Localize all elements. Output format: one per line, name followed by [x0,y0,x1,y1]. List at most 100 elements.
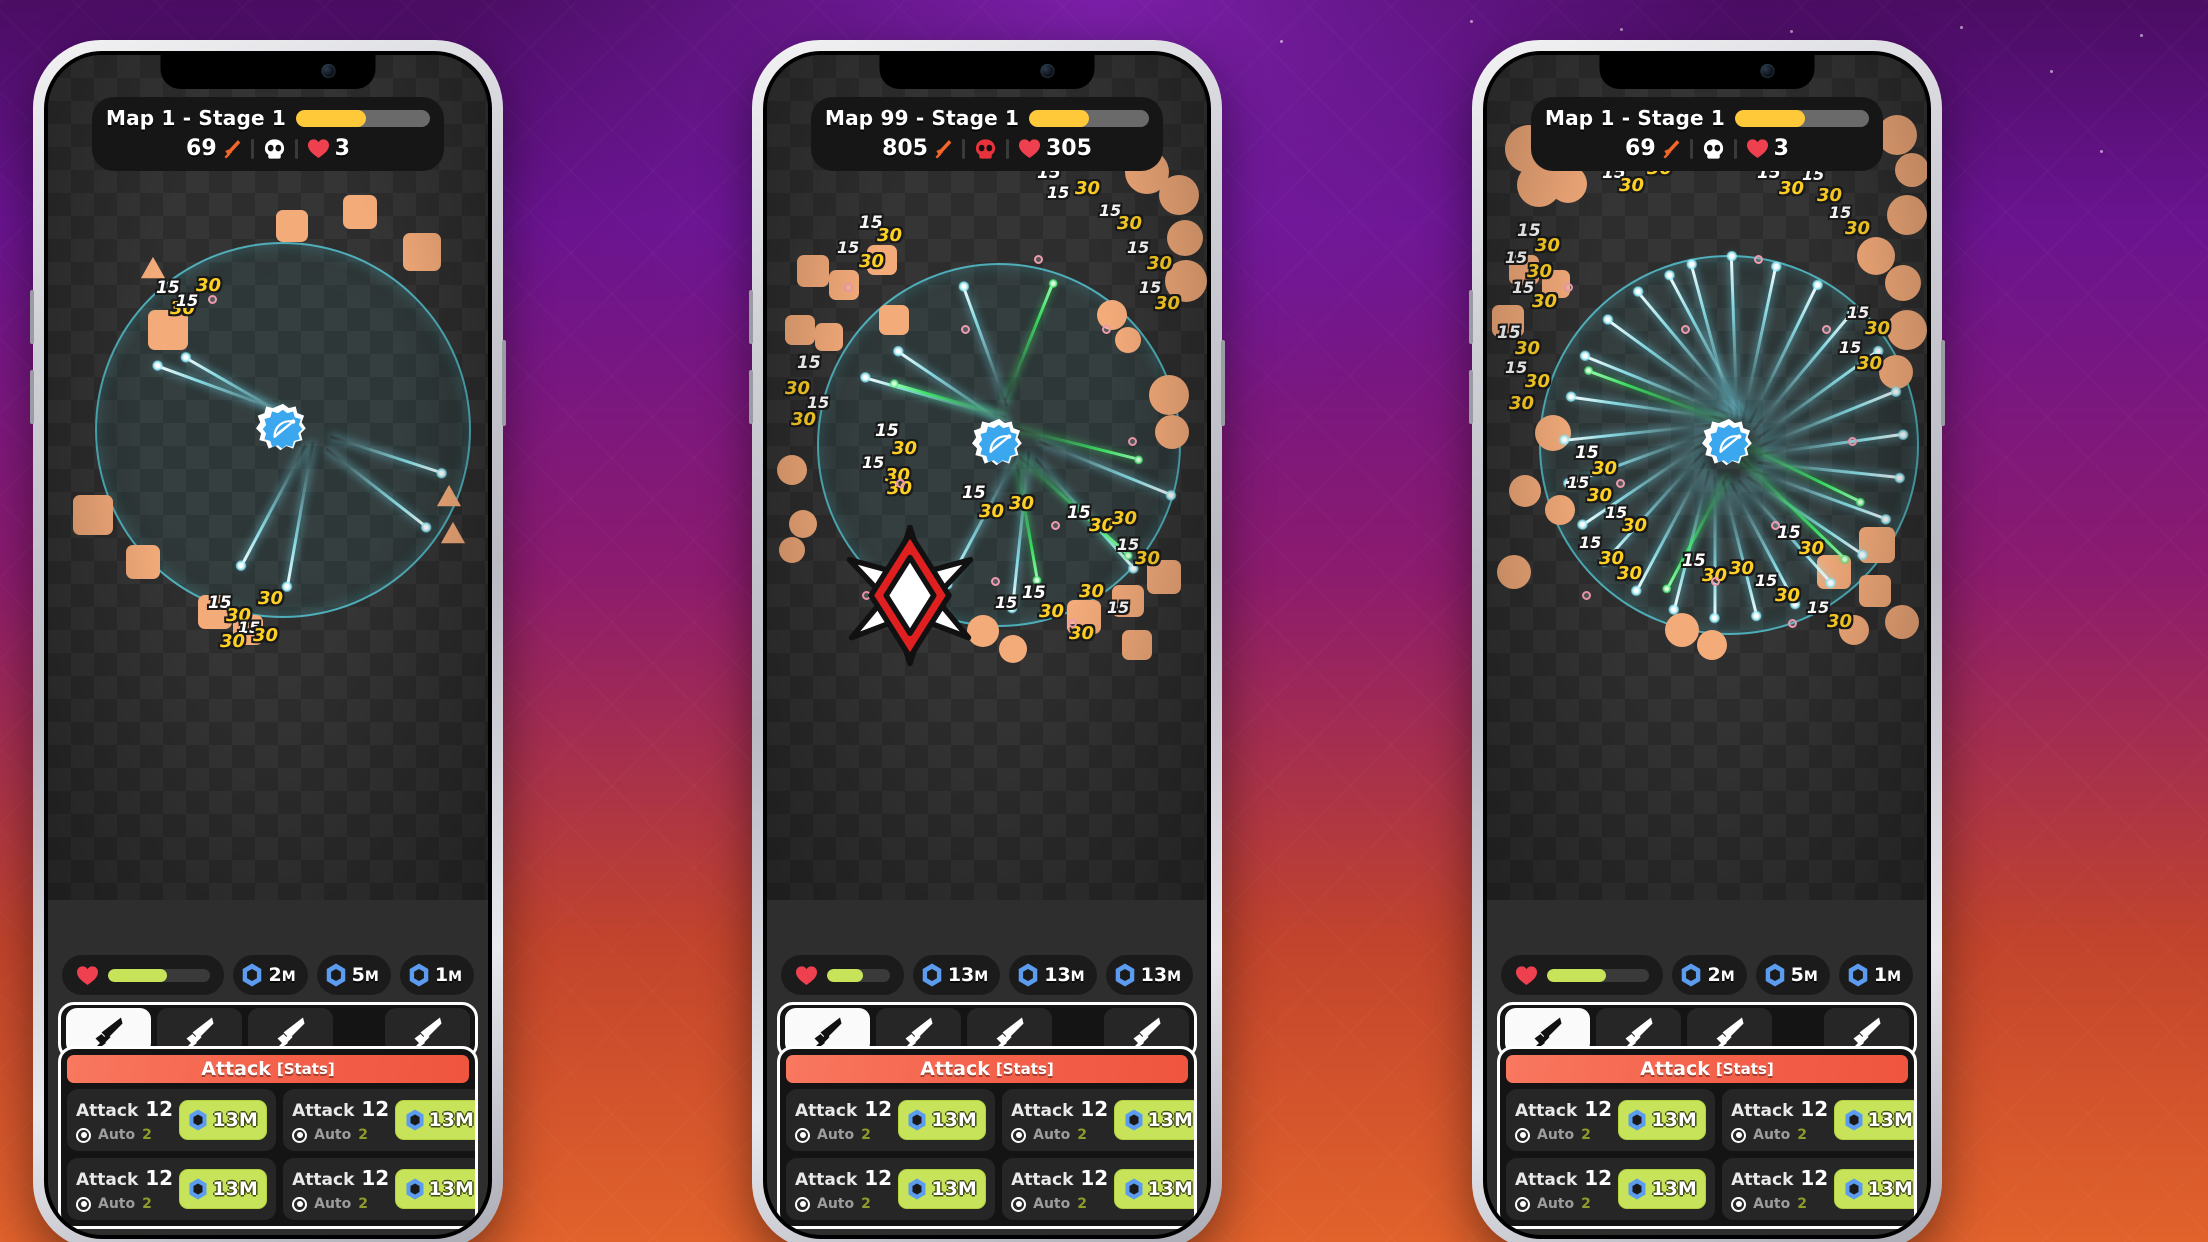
auto-row[interactable]: Auto 2 [1731,1196,1828,1212]
currency-pill-3[interactable]: 13M [1105,955,1193,995]
radio-selected-icon[interactable] [1515,1127,1530,1143]
auto-row[interactable]: Auto 2 [76,1127,173,1143]
radio-selected-icon[interactable] [1731,1196,1747,1212]
power-button[interactable] [1221,340,1225,426]
upgrade-buy-button[interactable]: 13M [179,1169,268,1209]
currency-pill-1[interactable]: 2M [1672,955,1747,995]
upgrade-cell-4[interactable]: Attack 12 Auto 2 13M [1722,1158,1914,1220]
player-tower[interactable] [256,403,310,457]
gem-icon [189,1178,207,1200]
currency-pill-3[interactable]: 1M [399,955,474,995]
radio-selected-icon[interactable] [292,1196,308,1212]
upgrade-cell-3[interactable]: Attack 12 Auto 2 13M [786,1158,996,1220]
radio-selected-icon[interactable] [76,1127,91,1143]
stats-panel-header: Attack [Stats] [1506,1055,1908,1083]
currency-value: 13M [947,964,989,986]
upgrade-cell-2[interactable]: Attack 12 Auto 2 13M [1002,1089,1194,1151]
currency-value: 5M [1790,964,1818,986]
volume-button-down[interactable] [1469,370,1473,424]
currency-pill-2[interactable]: 13M [1009,955,1097,995]
background-spark [1790,30,1793,33]
sword-icon [814,1017,841,1048]
upgrade-cell-1[interactable]: Attack 12 Auto 2 13M [1506,1089,1716,1151]
power-button[interactable] [1941,340,1945,426]
gem-icon [1845,1178,1863,1200]
upgrade-cell-1[interactable]: Attack 12 Auto 2 13M [67,1089,277,1151]
upgrade-cell-3[interactable]: Attack 12 Auto 2 13M [67,1158,277,1220]
radio-selected-icon[interactable] [1011,1127,1027,1143]
auto-row[interactable]: Auto 2 [1515,1196,1612,1212]
upgrade-cell-3[interactable]: Attack 12 Auto 2 13M [1506,1158,1716,1220]
auto-value: 2 [861,1196,871,1212]
upgrade-info: Attack 12 Auto 2 [1011,1166,1108,1212]
attack-stats-panel: Attack [Stats] Attack 12 Auto 2 13M Atta… [1497,1046,1917,1229]
upgrade-cell-2[interactable]: Attack 12 Auto 2 13M [1722,1089,1914,1151]
auto-row[interactable]: Auto 2 [795,1127,892,1143]
currency-pill-2[interactable]: 5M [316,955,391,995]
auto-value: 2 [1797,1196,1807,1212]
power-button[interactable] [502,340,506,426]
auto-row[interactable]: Auto 2 [292,1127,389,1143]
upgrade-buy-button[interactable]: 13M [898,1169,987,1209]
radio-selected-icon[interactable] [292,1127,308,1143]
upgrade-buy-button[interactable]: 13M [395,1100,475,1140]
volume-button-down[interactable] [749,370,753,424]
damage-number: 30 [1799,538,1825,559]
upgrade-name: Attack [795,1170,858,1190]
upgrade-buy-button[interactable]: 13M [1114,1100,1194,1140]
currency-pill-1[interactable]: 2M [233,955,308,995]
hit-marker [1681,325,1690,334]
upgrade-buy-button[interactable]: 13M [395,1169,475,1209]
upgrade-buy-button[interactable]: 13M [1618,1100,1707,1140]
upgrade-buy-button[interactable]: 13M [898,1100,987,1140]
auto-row[interactable]: Auto 2 [1011,1127,1108,1143]
game-arena[interactable]: 1530153015301530153015301530153015301530… [767,55,1207,900]
auto-row[interactable]: Auto 2 [1731,1127,1828,1143]
upgrade-buy-button[interactable]: 13M [1834,1169,1914,1209]
upgrade-name: Attack [795,1101,858,1121]
volume-button-up[interactable] [1469,290,1473,344]
player-tower[interactable] [1702,418,1756,472]
bow-tower-icon [256,403,306,451]
upgrade-cell-4[interactable]: Attack 12 Auto 2 13M [1002,1158,1194,1220]
radio-selected-icon[interactable] [1515,1196,1530,1212]
auto-row[interactable]: Auto 2 [1515,1127,1612,1143]
damage-number: 15 [1505,358,1528,377]
volume-button-up[interactable] [749,290,753,344]
damage-number: 30 [1009,493,1035,514]
upgrade-buy-button[interactable]: 13M [1618,1169,1707,1209]
currency-pill-2[interactable]: 5M [1755,955,1830,995]
damage-number: 30 [1155,293,1181,314]
upgrade-name: Attack [1515,1170,1578,1190]
upgrade-level: 12 [361,1097,390,1121]
health-bar [827,968,890,982]
upgrade-cell-2[interactable]: Attack 12 Auto 2 13M [283,1089,475,1151]
bottom-resource-bar: 2M 5M 1M [62,955,474,995]
game-arena[interactable]: 15 30 30 15 15 30 30 15 30 30 [48,55,488,900]
damage-number: 30 [1775,585,1801,606]
auto-row[interactable]: Auto 2 [1011,1196,1108,1212]
upgrade-buy-button[interactable]: 13M [1834,1100,1914,1140]
upgrade-cell-4[interactable]: Attack 12 Auto 2 13M [283,1158,475,1220]
currency-pill-1[interactable]: 13M [912,955,1001,995]
phone-screen: 1530153015301530153015301530153015301530… [763,51,1211,1239]
radio-selected-icon[interactable] [1011,1196,1027,1212]
upgrade-cell-1[interactable]: Attack 12 Auto 2 13M [786,1089,996,1151]
radio-selected-icon[interactable] [1731,1127,1747,1143]
bottom-resource-bar: 13M 13M 13M [781,955,1193,995]
upgrade-buy-button[interactable]: 13M [179,1100,268,1140]
front-camera-icon [321,64,336,78]
radio-selected-icon[interactable] [795,1127,810,1143]
auto-row[interactable]: Auto 2 [292,1196,389,1212]
game-arena[interactable]: 1530301530153015301530153015301530153030… [1487,55,1927,900]
hud-stage-row: Map 1 - Stage 1 [106,106,430,130]
currency-pill-3[interactable]: 1M [1838,955,1913,995]
radio-selected-icon[interactable] [795,1196,810,1212]
auto-row[interactable]: Auto 2 [795,1196,892,1212]
auto-row[interactable]: Auto 2 [76,1196,173,1212]
radio-selected-icon[interactable] [76,1196,91,1212]
volume-button-down[interactable] [30,370,34,424]
upgrade-buy-button[interactable]: 13M [1114,1169,1194,1209]
volume-button-up[interactable] [30,290,34,344]
player-tower[interactable] [972,418,1026,472]
